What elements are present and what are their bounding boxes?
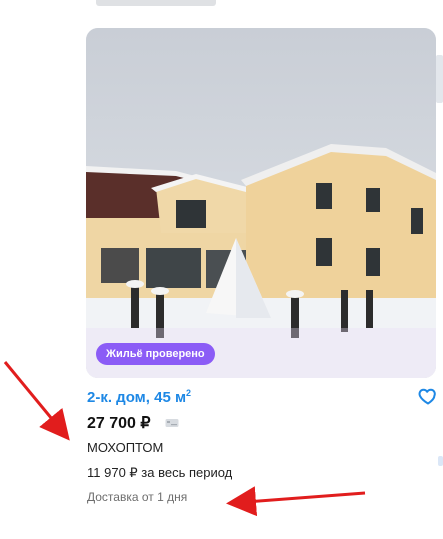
listing-title-sup: 2	[186, 388, 192, 398]
listing-delivery: Доставка от 1 дня	[87, 490, 188, 504]
listing-subtitle: МОХОПТОМ	[87, 440, 164, 455]
listing-photo[interactable]: Жильё проверено	[86, 28, 436, 378]
listing-card[interactable]: Жильё проверено 2-к. дом, 45 м2 27 700 ₽…	[0, 0, 443, 539]
card-icon	[165, 419, 179, 427]
next-card-edge-accent	[438, 456, 443, 466]
next-card-edge	[436, 55, 443, 103]
listing-total: 11 970 ₽ за весь период	[87, 465, 233, 480]
top-cutoff-text	[96, 0, 216, 6]
heart-outline-icon[interactable]	[418, 386, 438, 406]
listing-title-text: 2-к. дом, 45 м	[87, 389, 187, 406]
listing-title[interactable]: 2-к. дом, 45 м2	[87, 388, 191, 406]
verified-badge: Жильё проверено	[96, 343, 215, 365]
listing-price: 27 700 ₽	[87, 415, 151, 432]
house-photo-illustration	[86, 28, 436, 378]
